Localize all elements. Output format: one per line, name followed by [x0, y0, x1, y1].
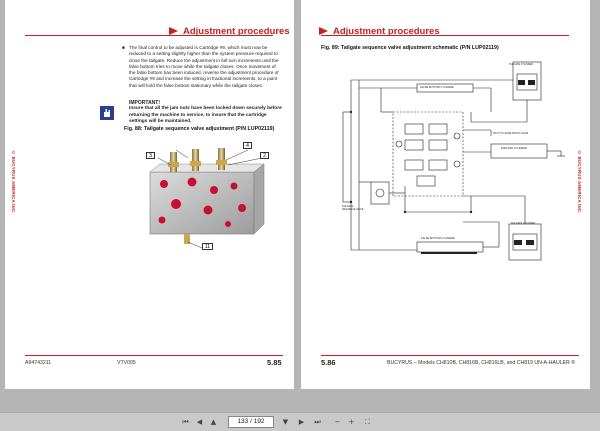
label-ejector-cylinder: EJECTOR CYLINDER	[501, 147, 527, 150]
last-page-icon[interactable]: ⏭	[312, 417, 323, 428]
figure-caption: Fig. 89: Tailgate sequence valve adjustm…	[321, 45, 499, 51]
important-text: Insure that all the jam nuts have been l…	[129, 106, 282, 124]
figure-caption: Fig. 88: Tailgate sequence valve adjustm…	[124, 126, 275, 132]
page-down-icon[interactable]: ▼	[280, 417, 291, 428]
label-pilot-to-slide: PILOT TO SLIDE SPOOL VALVE	[493, 132, 529, 135]
fit-page-icon[interactable]: ⛶	[362, 417, 373, 428]
prev-page-icon[interactable]: ◀	[194, 417, 205, 428]
page-up-icon[interactable]: ▲	[208, 417, 219, 428]
hydraulic-schematic	[342, 61, 565, 261]
right-page: Adjustment procedures © BUCYRUS AMERICA …	[301, 0, 590, 389]
bullet: ■	[122, 45, 125, 50]
label-false-bottom-cylinder-top: FALSE BOTTOM CYLINDER	[420, 86, 454, 89]
footer-doc-number: A94743211	[25, 360, 52, 366]
footer-code: VTV005	[117, 360, 136, 366]
footer-rule	[25, 355, 283, 356]
callout-11: 11	[202, 243, 213, 250]
footer-title: BUCYRUS – Models CH810B, CH816B, CH816LB…	[387, 360, 576, 366]
zoom-out-icon[interactable]: −	[332, 417, 343, 428]
next-page-icon[interactable]: ▶	[296, 417, 307, 428]
label-tailgate-cylinder-top: TAILGATE CYLINDER	[509, 63, 533, 66]
callout-4: 4	[243, 142, 252, 149]
callout-2: 2	[260, 152, 269, 159]
first-page-icon[interactable]: ⏮	[180, 417, 191, 428]
important-hand-icon	[100, 106, 114, 120]
side-copyright: © BUCYRUS AMERICA INC.	[11, 150, 16, 214]
label-tailgate-sequence-valve: TAILGATE SEQUENCE VALVE	[342, 205, 364, 211]
label-false-bottom-cylinder-bottom: FALSE BOTTOM CYLINDER	[421, 237, 455, 240]
side-copyright: © BUCYRUS AMERICA INC.	[577, 150, 582, 214]
callout-3: 3	[146, 152, 155, 159]
important-block: IMPORTANT! Insure that all the jam nuts …	[129, 100, 284, 125]
pdf-toolbar: ⏮ ◀ ▲ 133 / 192 ▼ ▶ ⏭ − + ⛶	[0, 412, 600, 431]
page-number-input[interactable]: 133 / 192	[228, 416, 274, 428]
left-page: Adjustment procedures © BUCYRUS AMERICA …	[5, 0, 294, 389]
page-number: 5.85	[267, 358, 282, 367]
header-rule	[321, 35, 569, 36]
header-rule	[25, 35, 273, 36]
body-paragraph: The final control to be adjusted is Cart…	[129, 45, 279, 88]
zoom-in-icon[interactable]: +	[346, 417, 357, 428]
label-tailgate-cylinder-bottom: TAILGATE CYLINDER	[511, 222, 535, 225]
footer-rule	[321, 355, 579, 356]
page-number: 5.86	[321, 358, 336, 367]
